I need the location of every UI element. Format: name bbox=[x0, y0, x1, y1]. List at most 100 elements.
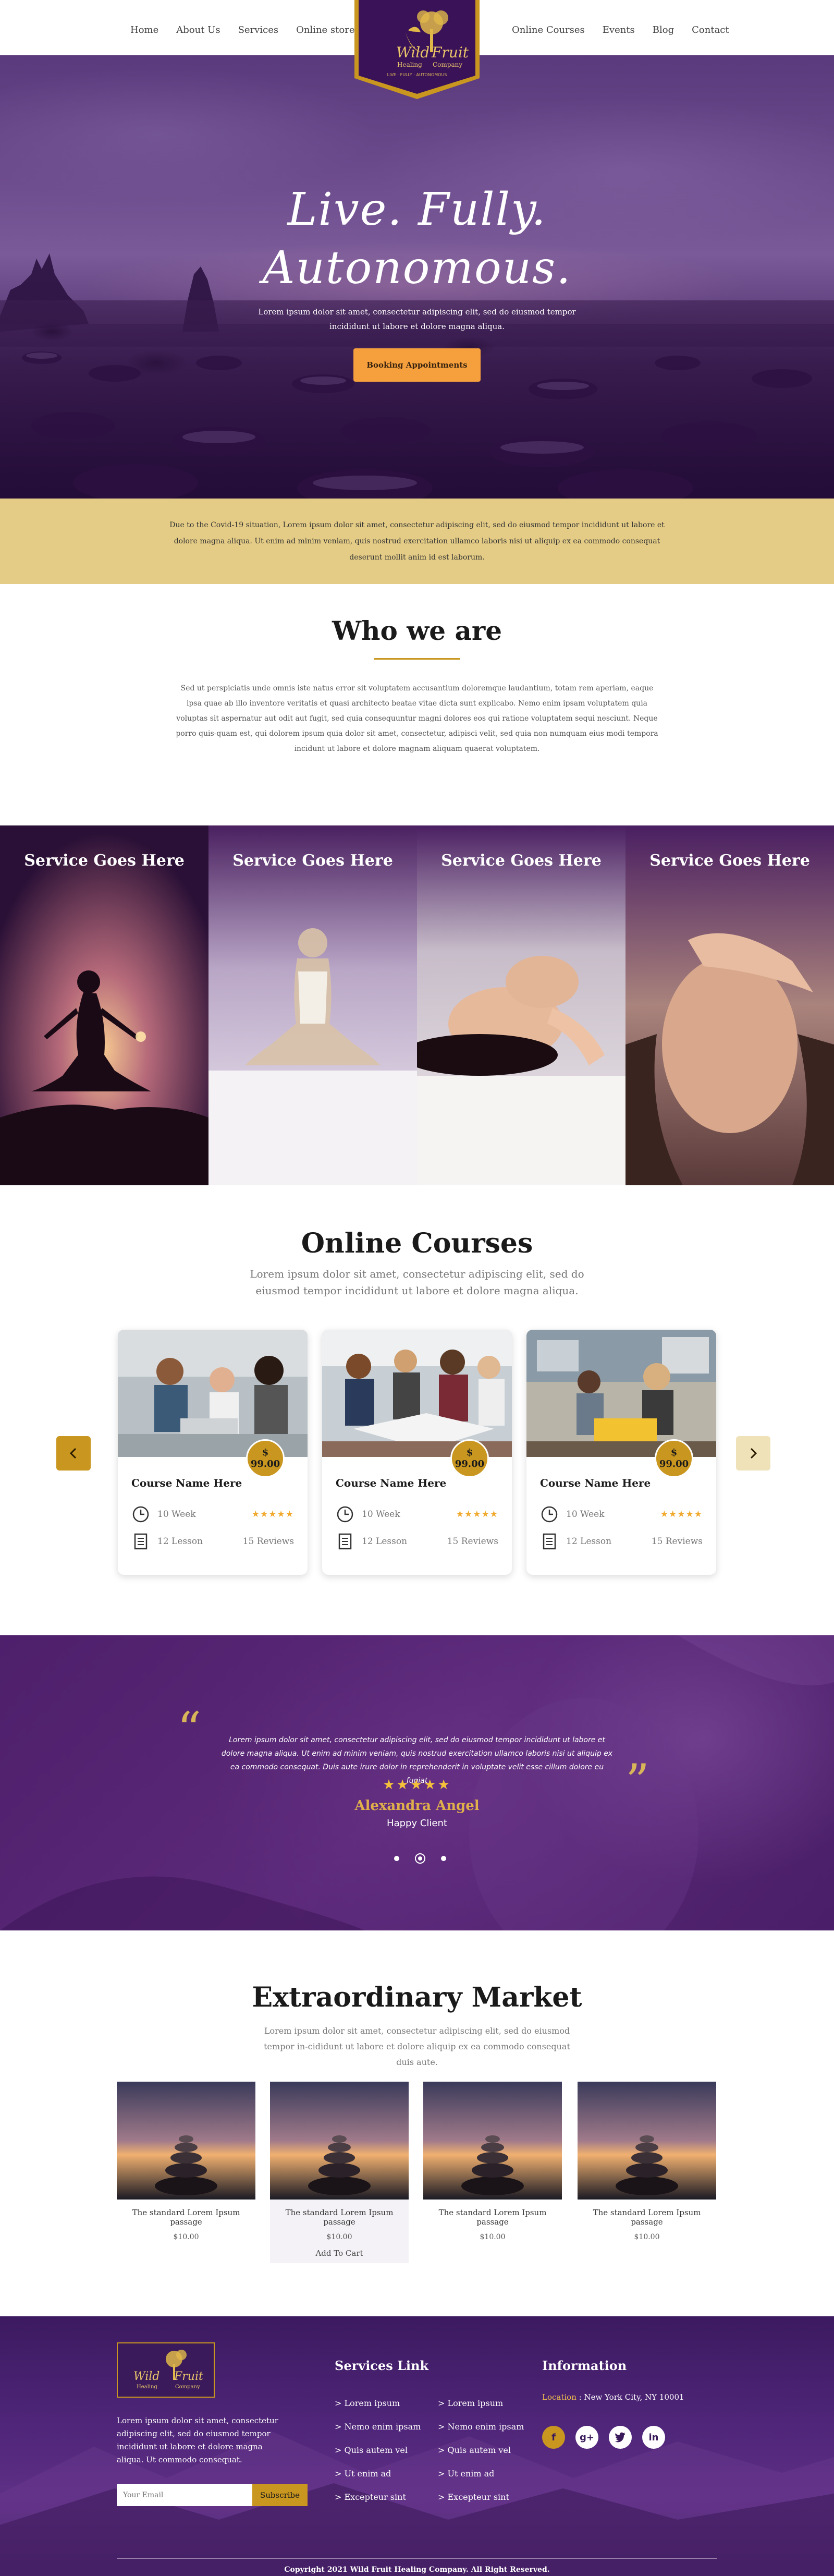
footer-link[interactable]: > Ut enim ad bbox=[438, 2462, 524, 2485]
nav-blog[interactable]: Blog bbox=[653, 25, 674, 35]
hero-title-line2: Autonomous. bbox=[262, 242, 572, 294]
nav-left-group: Home About Us Services Online store bbox=[130, 25, 354, 35]
service-card-meditation-light[interactable]: Service Goes Here bbox=[208, 825, 417, 1185]
course-rating-stars: ★★★★★ bbox=[456, 1509, 498, 1520]
testimonial-section: “ ” Lorem ipsum dolor sit amet, consecte… bbox=[0, 1635, 834, 1930]
footer-link[interactable]: > Quis autem vel bbox=[335, 2438, 421, 2462]
google-plus-icon[interactable]: g+ bbox=[575, 2426, 598, 2449]
nav-home[interactable]: Home bbox=[130, 25, 158, 35]
product-name[interactable]: The standard Lorem Ipsum passage bbox=[578, 2208, 716, 2227]
course-lessons: 12 Lesson bbox=[157, 1536, 203, 1547]
service-card-meditation-sunset[interactable]: Service Goes Here bbox=[0, 825, 208, 1185]
pagination-dot[interactable] bbox=[441, 1856, 446, 1861]
course-duration-row: 10 Week ★★★★★ bbox=[540, 1504, 703, 1525]
clock-icon bbox=[132, 1506, 149, 1523]
footer-link[interactable]: > Excepteur sint bbox=[438, 2485, 524, 2509]
footer-links-col2: > Lorem ipsum > Nemo enim ipsam > Quis a… bbox=[438, 2391, 524, 2509]
svg-text:Fruit: Fruit bbox=[431, 44, 469, 61]
footer-link[interactable]: > Excepteur sint bbox=[335, 2485, 421, 2509]
product-card[interactable]: The standard Lorem Ipsum passage $10.00 bbox=[423, 2082, 562, 2263]
course-name: Course Name Here bbox=[131, 1477, 242, 1489]
price-value: 99.00 bbox=[250, 1459, 280, 1469]
course-card[interactable]: $ 99.00 Course Name Here 10 Week ★★★★★ 1… bbox=[322, 1330, 512, 1575]
nav-online-store[interactable]: Online store bbox=[296, 25, 354, 35]
service-card-face-massage[interactable]: Service Goes Here bbox=[626, 825, 834, 1185]
newsletter-form: Subscribe bbox=[117, 2484, 308, 2506]
title-underline bbox=[374, 658, 460, 660]
nav-right-group: Online Courses Events Blog Contact bbox=[512, 25, 729, 35]
product-card[interactable]: The standard Lorem Ipsum passage $10.00 bbox=[117, 2082, 255, 2263]
site-logo[interactable]: Wild Fruit Healing Company LIVE · FULLY … bbox=[353, 0, 481, 99]
price-currency: $ bbox=[262, 1447, 269, 1458]
course-card[interactable]: $ 99.00 Course Name Here 10 Week ★★★★★ 1… bbox=[526, 1330, 716, 1575]
price-value: 99.00 bbox=[659, 1459, 689, 1469]
footer-link[interactable]: > Nemo enim ipsam bbox=[438, 2415, 524, 2438]
footer-link[interactable]: > Ut enim ad bbox=[335, 2462, 421, 2485]
document-icon bbox=[543, 1533, 556, 1550]
nav-about-us[interactable]: About Us bbox=[176, 25, 220, 35]
course-duration-row: 10 Week ★★★★★ bbox=[131, 1504, 294, 1525]
twitter-icon[interactable] bbox=[609, 2426, 632, 2449]
product-price: $10.00 bbox=[634, 2233, 660, 2241]
hero-banner: Live. Fully. Autonomous. Lorem ipsum dol… bbox=[0, 55, 834, 499]
footer-about-text: Lorem ipsum dolor sit amet, consectetur … bbox=[117, 2416, 278, 2464]
product-card[interactable]: The standard Lorem Ipsum passage $10.00 … bbox=[270, 2082, 409, 2263]
course-duration-row: 10 Week ★★★★★ bbox=[336, 1504, 498, 1525]
carousel-prev-button[interactable] bbox=[56, 1436, 91, 1471]
add-to-cart-button[interactable]: Add To Cart bbox=[270, 2249, 409, 2258]
product-image bbox=[117, 2082, 255, 2200]
footer-logo-graphic: Wild Fruit Healing Company bbox=[133, 2350, 203, 2390]
services-strip: Service Goes Here Service Goes Here Serv… bbox=[0, 825, 834, 1185]
linkedin-icon[interactable]: in bbox=[642, 2426, 665, 2449]
pagination-dot-active[interactable] bbox=[415, 1853, 425, 1864]
course-reviews: 15 Reviews bbox=[447, 1536, 498, 1547]
chevron-left-icon bbox=[69, 1448, 77, 1459]
product-image bbox=[270, 2082, 409, 2200]
product-name[interactable]: The standard Lorem Ipsum passage bbox=[423, 2208, 562, 2227]
nav-events[interactable]: Events bbox=[603, 25, 635, 35]
nav-contact[interactable]: Contact bbox=[692, 25, 729, 35]
svg-text:Healing: Healing bbox=[397, 61, 422, 68]
carousel-next-button[interactable] bbox=[736, 1436, 770, 1471]
clock-icon bbox=[541, 1506, 558, 1523]
notice-text: Due to the Covid-19 situation, Lorem ips… bbox=[169, 520, 665, 562]
facebook-icon[interactable]: f bbox=[542, 2426, 565, 2449]
svg-text:Company: Company bbox=[433, 61, 462, 68]
chevron-right-icon bbox=[750, 1448, 757, 1459]
service-label: Service Goes Here bbox=[649, 852, 810, 870]
product-price: $10.00 bbox=[480, 2233, 506, 2241]
price-currency: $ bbox=[466, 1447, 473, 1458]
footer-links-col1: > Lorem ipsum > Nemo enim ipsam > Quis a… bbox=[335, 2391, 421, 2509]
footer-link[interactable]: > Lorem ipsum bbox=[335, 2391, 421, 2415]
booking-appointments-button[interactable]: Booking Appointments bbox=[353, 348, 481, 382]
nav-online-courses[interactable]: Online Courses bbox=[512, 25, 585, 35]
product-card[interactable]: The standard Lorem Ipsum passage $10.00 bbox=[578, 2082, 716, 2263]
svg-text:Company: Company bbox=[175, 2384, 200, 2390]
price-value: 99.00 bbox=[455, 1459, 485, 1469]
product-name[interactable]: The standard Lorem Ipsum passage bbox=[117, 2208, 255, 2227]
footer-logo[interactable]: Wild Fruit Healing Company bbox=[117, 2342, 215, 2398]
footer-link[interactable]: > Quis autem vel bbox=[438, 2438, 524, 2462]
nav-services[interactable]: Services bbox=[238, 25, 278, 35]
logo-badge-graphic: Wild Fruit Healing Company LIVE · FULLY … bbox=[354, 0, 480, 99]
document-icon bbox=[338, 1533, 352, 1550]
who-we-are-title: Who we are bbox=[332, 615, 502, 646]
footer-link[interactable]: > Nemo enim ipsam bbox=[335, 2415, 421, 2438]
product-name[interactable]: The standard Lorem Ipsum passage bbox=[270, 2208, 409, 2227]
price-badge: $ 99.00 bbox=[246, 1439, 285, 1478]
subscribe-button[interactable]: Subscribe bbox=[252, 2484, 308, 2506]
course-name: Course Name Here bbox=[336, 1477, 447, 1489]
copyright-text: Copyright 2021 Wild Fruit Healing Compan… bbox=[284, 2566, 550, 2574]
footer-link[interactable]: > Lorem ipsum bbox=[438, 2391, 524, 2415]
product-image bbox=[423, 2082, 562, 2200]
pagination-dot[interactable] bbox=[394, 1856, 399, 1861]
online-courses-title: Online Courses bbox=[301, 1228, 533, 1259]
service-card-head-massage[interactable]: Service Goes Here bbox=[417, 825, 626, 1185]
course-card[interactable]: $ 99.00 Course Name Here 10 Week ★★★★★ 1… bbox=[118, 1330, 308, 1575]
svg-text:Healing: Healing bbox=[137, 2384, 157, 2390]
svg-text:Fruit: Fruit bbox=[174, 2370, 203, 2383]
clock-icon bbox=[337, 1506, 353, 1523]
course-name: Course Name Here bbox=[540, 1477, 651, 1489]
market-title: Extraordinary Market bbox=[252, 1982, 582, 2013]
email-input[interactable] bbox=[117, 2484, 252, 2506]
